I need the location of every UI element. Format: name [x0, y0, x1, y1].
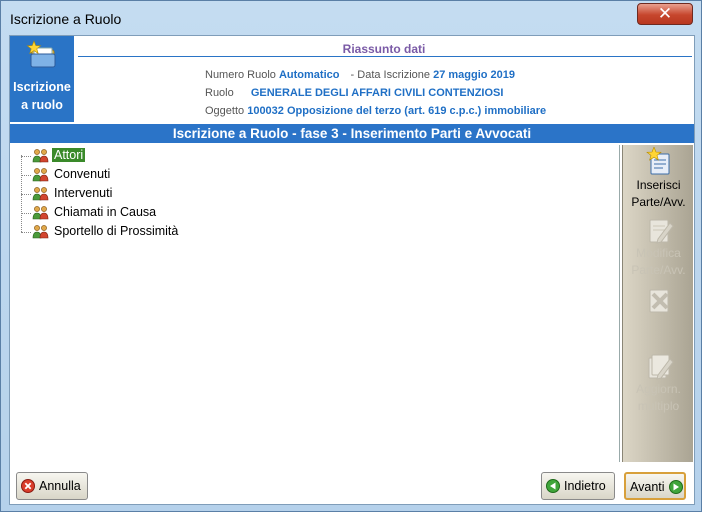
- footer-bar: Annulla Indietro Avanti: [10, 464, 694, 504]
- aggiorna-label-line2: multiplo: [637, 399, 680, 413]
- oggetto-row: Oggetto 100032 Opposizione del terzo (ar…: [205, 105, 546, 117]
- people-group-icon: [32, 206, 49, 220]
- elimina-parte-button[interactable]: [623, 285, 694, 315]
- side-label-line1: Iscrizione: [13, 80, 71, 94]
- ruolo-row: Ruolo GENERALE DEGLI AFFARI CIVILI CONTE…: [205, 87, 503, 99]
- avanti-button[interactable]: Avanti: [624, 472, 686, 500]
- annulla-label: Annulla: [39, 479, 81, 493]
- tree-item-convenuti[interactable]: Convenuti: [19, 166, 319, 184]
- avanti-label: Avanti: [630, 480, 665, 494]
- indietro-button[interactable]: Indietro: [541, 472, 615, 500]
- summary-heading: Riassunto dati: [342, 42, 426, 56]
- tree-item-chiamati-in-causa[interactable]: Chiamati in Causa: [19, 204, 319, 222]
- tree-item-label: Chiamati in Causa: [54, 205, 157, 219]
- edit-document-icon: [649, 219, 674, 244]
- oggetto-label: Oggetto: [205, 105, 245, 117]
- phase-title-bar: Iscrizione a Ruolo - fase 3 - Inseriment…: [10, 124, 694, 143]
- delete-icon: [649, 289, 668, 313]
- arrow-right-icon: [668, 480, 683, 494]
- tree-item-intervenuti[interactable]: Intervenuti: [19, 185, 319, 203]
- tree-item-attori[interactable]: Attori: [19, 147, 319, 165]
- tree-branch: [21, 156, 31, 157]
- close-button[interactable]: ✕: [637, 3, 693, 25]
- inserisci-parte-button[interactable]: Inserisci Parte/Avv.: [623, 147, 694, 211]
- inserisci-label-line1: Inserisci: [636, 178, 681, 192]
- tree-item-label: Sportello di Prossimità: [54, 224, 179, 238]
- modifica-parte-button[interactable]: Modifica Parte/Avv.: [623, 215, 694, 279]
- parties-tree[interactable]: Attori Convenuti Intervenuti Chiamati in…: [11, 145, 620, 462]
- people-group-icon: [32, 149, 49, 163]
- people-group-icon: [32, 225, 49, 239]
- people-group-icon: [32, 187, 49, 201]
- edit-multiple-icon: [648, 354, 674, 380]
- side-label-line2: a ruolo: [21, 98, 63, 112]
- title-bar[interactable]: Iscrizione a Ruolo ✕: [1, 1, 701, 35]
- numero-ruolo-label: Numero Ruolo: [205, 69, 276, 81]
- window-title: Iscrizione a Ruolo: [10, 11, 122, 27]
- tree-item-sportello-di-prossimita[interactable]: Sportello di Prossimità: [19, 223, 319, 241]
- add-document-icon: [645, 147, 669, 175]
- tree-item-label: Convenuti: [54, 167, 111, 181]
- indietro-label: Indietro: [564, 479, 606, 493]
- tree-branch: [21, 232, 31, 233]
- tree-branch: [21, 175, 31, 176]
- oggetto-value: 100032 Opposizione del terzo (art. 619 c…: [247, 105, 547, 117]
- annulla-button[interactable]: Annulla: [16, 472, 88, 500]
- aggiorna-multiplo-button[interactable]: Aggiorn. multiplo: [623, 351, 694, 415]
- summary-divider: [78, 56, 692, 57]
- ruolo-label: Ruolo: [205, 87, 234, 99]
- action-panel: Inserisci Parte/Avv. Modifica Parte/Avv.: [622, 145, 693, 462]
- summary-side-panel: Iscrizione a ruolo: [10, 36, 74, 122]
- tree-branch: [21, 194, 31, 195]
- aggiorna-label-line1: Aggiorn.: [636, 382, 681, 396]
- ruolo-value: GENERALE DEGLI AFFARI CIVILI CONTENZIOSI: [250, 87, 504, 99]
- tree-branch: [21, 213, 31, 214]
- folder-star-icon: [26, 40, 56, 68]
- arrow-left-icon: [546, 479, 560, 493]
- people-group-icon: [32, 168, 49, 182]
- modifica-label-line2: Parte/Avv.: [631, 263, 686, 277]
- data-iscrizione-value: 27 maggio 2019: [433, 69, 516, 81]
- dialog-window: Iscrizione a Ruolo ✕ Iscrizione a ruolo …: [0, 0, 702, 512]
- data-iscrizione-label: - Data Iscrizione: [350, 69, 431, 81]
- dialog-content: Iscrizione a ruolo Riassunto dati Numero…: [9, 35, 695, 505]
- cancel-icon: [21, 479, 35, 493]
- inserisci-label-line2: Parte/Avv.: [631, 195, 686, 209]
- tree-item-label: Attori: [52, 148, 86, 162]
- numero-ruolo-value: Automatico: [278, 69, 340, 81]
- numero-ruolo-row: Numero Ruolo Automatico - Data Iscrizion…: [205, 69, 515, 81]
- tree-item-label: Intervenuti: [54, 186, 113, 200]
- modifica-label-line1: Modifica: [636, 246, 681, 260]
